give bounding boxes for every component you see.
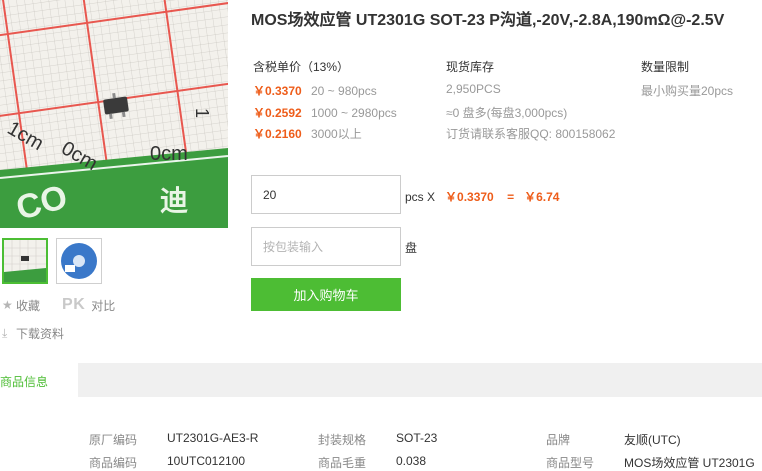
price-tier: ￥0.2160 3000以上 [253,125,362,142]
product-main-image[interactable]: 1cm 0cm 0cm 1 CO 迪 [0,0,228,228]
calc-unit-price: ￥0.3370 [445,190,494,204]
price-calculation: pcs X ￥0.3370 = ￥6.74 [405,188,559,205]
pack-unit: 盘 [405,241,418,255]
info-value: MOS场效应管 UT2301G . [624,456,758,470]
download-label: 下载资料 [16,327,65,341]
download-icon: ⤓ [2,326,8,340]
order-contact: 订货请联系客服QQ: 800158062 [446,127,616,141]
stock-pcs: 2,950PCS [446,82,501,96]
tier-range: 1000 ~ 2980pcs [311,106,397,120]
compare-label[interactable]: 对比 [91,297,115,314]
min-buy-quantity: 最小购买量20pcs [641,84,734,98]
tab-product-info[interactable]: 商品信息 [0,363,78,397]
info-label: 封装规格 [318,433,367,447]
tier-price: ￥0.2160 [253,127,302,141]
info-label: 商品型号 [546,456,595,470]
download-docs-action[interactable]: ⤓ 下载资料 [2,325,64,342]
pack-quantity-input[interactable] [251,227,401,266]
info-label: 原厂编码 [89,433,138,447]
favorite-action[interactable]: ★ 收藏 PK 对比 [2,296,115,314]
tier-price: ￥0.2592 [253,106,302,120]
calc-total: ￥6.74 [524,190,560,204]
info-label: 商品毛重 [318,456,367,470]
info-value: 10UTC012100 [167,454,246,468]
add-to-cart-button[interactable]: 加入购物车 [251,278,401,311]
stock-header: 现货库存 [446,60,495,74]
thumbnail-1[interactable] [2,238,48,284]
stock-reels: ≈0 盘多(每盘3,000pcs) [446,106,568,120]
tier-price: ￥0.3370 [253,84,302,98]
info-value: UT2301G-AE3-R [167,431,259,445]
thumbnail-2[interactable] [56,238,102,284]
tier-range: 20 ~ 980pcs [311,84,377,98]
info-label: 商品编码 [89,456,138,470]
product-title: MOS场效应管 UT2301G SOT-23 P沟道,-20V,-2.8A,19… [251,12,725,29]
ruler-label-0cm-right: 0cm [150,143,188,165]
favorite-label: 收藏 [16,298,41,313]
info-tab-bar [0,363,762,397]
board-brand-mark: 迪 [160,184,188,217]
pk-icon[interactable]: PK [62,296,85,314]
price-tier: ￥0.3370 20 ~ 980pcs [253,82,377,99]
svg-text:1: 1 [192,108,212,118]
calc-equals: = [507,190,515,204]
price-tier: ￥0.2592 1000 ~ 2980pcs [253,104,397,121]
star-icon: ★ [2,298,13,312]
info-value: SOT-23 [396,431,438,445]
info-label: 品牌 [546,433,571,447]
info-value: 友顺(UTC) [624,433,681,447]
tier-range: 3000以上 [311,127,362,141]
quantity-unit: pcs X [405,190,436,204]
limit-header: 数量限制 [641,60,690,74]
quantity-input[interactable] [251,175,401,214]
price-header: 含税单价（13%） [253,60,350,74]
info-value: 0.038 [396,454,427,468]
